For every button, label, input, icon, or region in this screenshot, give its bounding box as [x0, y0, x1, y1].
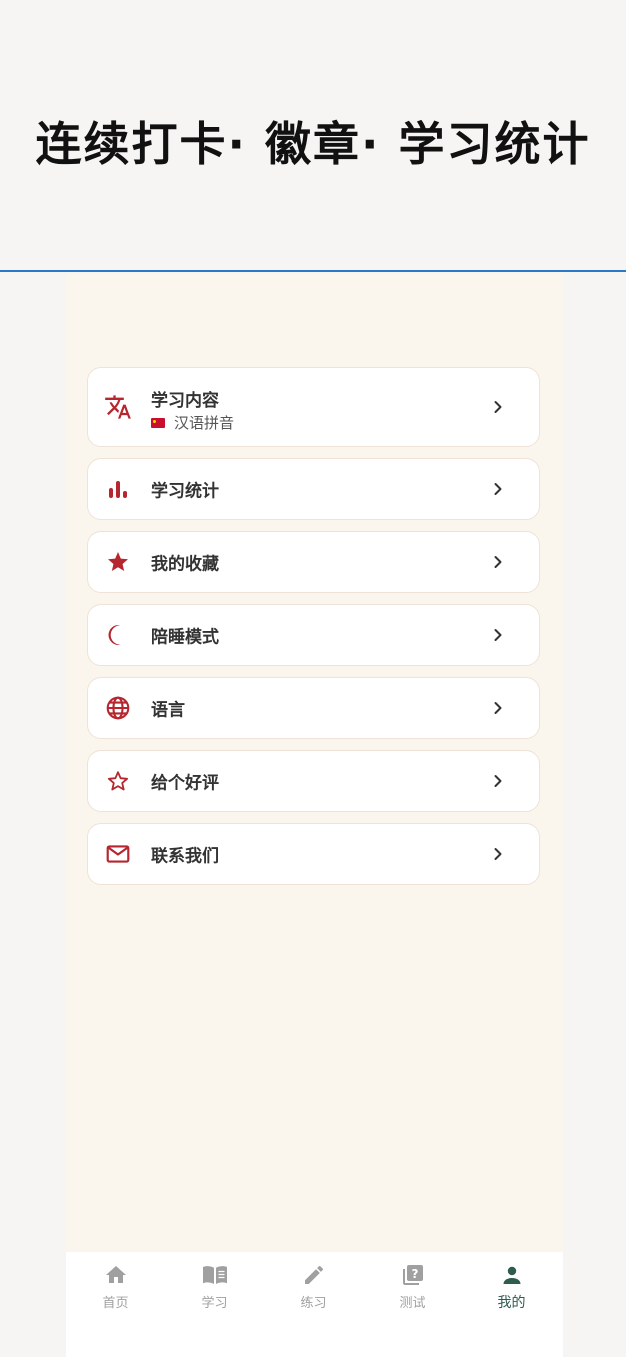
- promo-banner: 连续打卡· 徽章· 学习统计: [0, 0, 626, 272]
- tab-label: 练习: [300, 1296, 327, 1311]
- tab-practice[interactable]: 练习: [264, 1262, 363, 1322]
- menu-item-label: 学习内容: [151, 391, 219, 411]
- menu-item-label: 给个好评: [151, 773, 219, 794]
- menu-item-contact-us[interactable]: 联系我们: [87, 823, 540, 885]
- chevron-right-icon: [494, 401, 502, 413]
- globe-icon: [104, 694, 132, 722]
- menu-item-label: 语言: [151, 700, 185, 721]
- tab-label: 学习: [201, 1296, 228, 1311]
- menu-item-learning-content[interactable]: 学习内容 汉语拼音: [87, 367, 540, 447]
- tab-label: 测试: [399, 1296, 426, 1311]
- menu-item-label: 学习统计: [151, 481, 219, 502]
- menu-item-label: 我的收藏: [151, 554, 219, 575]
- pencil-icon: [301, 1262, 327, 1288]
- chevron-right-icon: [494, 483, 502, 495]
- home-icon: [103, 1262, 129, 1288]
- banner-title: 连续打卡· 徽章· 学习统计: [35, 117, 591, 171]
- chevron-right-icon: [494, 775, 502, 787]
- menu-item-label: 陪睡模式: [151, 627, 219, 648]
- menu-item-favorites[interactable]: 我的收藏: [87, 531, 540, 593]
- tab-mine[interactable]: 我的: [462, 1262, 561, 1322]
- china-flag-icon: [151, 417, 165, 428]
- tab-study[interactable]: 学习: [165, 1262, 264, 1322]
- person-icon: [499, 1262, 525, 1288]
- chevron-right-icon: [494, 629, 502, 641]
- star-filled-icon: [104, 548, 132, 576]
- menu-item-label: 联系我们: [151, 846, 219, 867]
- current-course: 汉语拼音: [151, 412, 234, 433]
- chevron-right-icon: [494, 702, 502, 714]
- tab-test[interactable]: ? 测试: [363, 1262, 462, 1322]
- moon-icon: [104, 621, 132, 649]
- current-course-label: 汉语拼音: [174, 414, 235, 432]
- translate-icon: [104, 393, 132, 421]
- menu-item-statistics[interactable]: 学习统计: [87, 458, 540, 520]
- tab-home[interactable]: 首页: [66, 1262, 165, 1322]
- settings-menu: 学习内容 汉语拼音 学习统计 我的收藏 陪睡模式 语言 给个好评 联系我们: [87, 367, 540, 896]
- screen: 连续打卡· 徽章· 学习统计 学习内容 汉语拼音 学习统计 我的收藏 陪睡模式 …: [0, 0, 626, 1357]
- bar-chart-icon: [104, 475, 132, 503]
- chevron-right-icon: [494, 556, 502, 568]
- quiz-icon: ?: [400, 1262, 426, 1288]
- menu-item-language[interactable]: 语言: [87, 677, 540, 739]
- mail-icon: [104, 840, 132, 868]
- tab-label: 我的: [497, 1295, 526, 1311]
- book-icon: [202, 1262, 228, 1288]
- chevron-right-icon: [494, 848, 502, 860]
- menu-item-sleep-mode[interactable]: 陪睡模式: [87, 604, 540, 666]
- star-outline-icon: [104, 767, 132, 795]
- bottom-tab-bar: 首页 学习 练习 ? 测试 我的: [66, 1252, 563, 1357]
- menu-item-rate-us[interactable]: 给个好评: [87, 750, 540, 812]
- tab-label: 首页: [102, 1296, 129, 1311]
- svg-text:?: ?: [411, 1267, 418, 1281]
